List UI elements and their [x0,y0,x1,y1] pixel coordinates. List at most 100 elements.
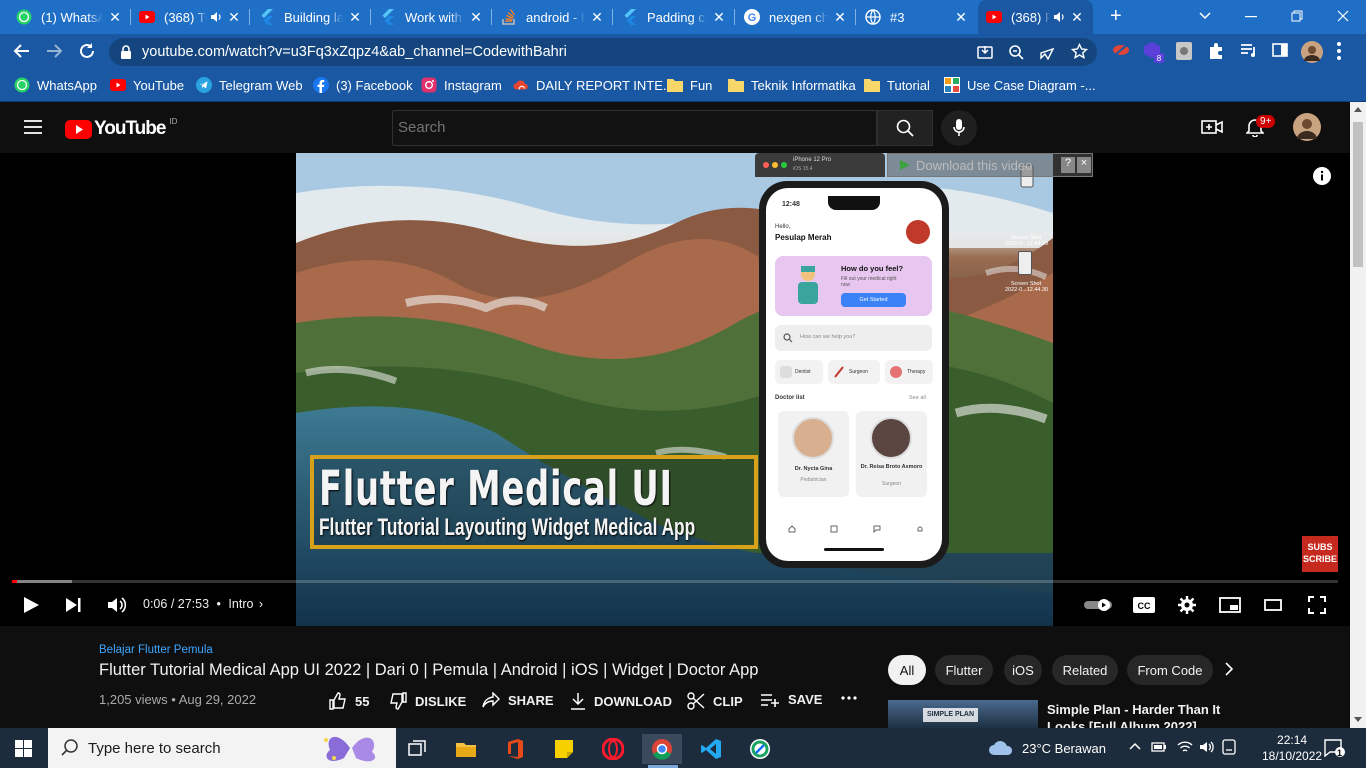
miniplayer-icon[interactable] [1219,597,1241,613]
channel-link[interactable]: Belajar Flutter Pemula [99,644,213,656]
tab-close-icon[interactable]: ✕ [589,9,605,26]
media-queue-icon[interactable] [1240,43,1258,57]
tab-close-icon[interactable]: ✕ [347,9,363,26]
download-button[interactable]: DOWNLOAD [570,692,672,710]
browser-tab[interactable]: Gnexgen chat✕ [736,0,856,34]
new-tab-button[interactable]: + [1110,5,1122,28]
fullscreen-icon[interactable] [1308,596,1326,614]
weather-text[interactable]: 23°C Berawan [1022,741,1106,756]
bookmark-star-icon[interactable] [1071,43,1088,60]
youtube-avatar[interactable] [1293,113,1321,141]
action-center-icon[interactable] [1324,739,1346,757]
tab-close-icon[interactable]: ✕ [226,9,242,26]
taskbar-search-text[interactable]: Type here to search [88,740,221,757]
file-explorer-icon[interactable] [446,734,486,764]
progress-bar[interactable] [12,580,1338,583]
battery-icon[interactable] [1151,741,1167,753]
filter-chip[interactable]: All [888,655,926,685]
chrome-menu-icon[interactable] [1336,41,1342,61]
bookmark-item[interactable]: Use Case Diagram -... [944,77,1096,93]
next-icon[interactable] [65,597,81,613]
tab-audio-icon[interactable] [211,12,222,22]
windows-start-icon[interactable] [15,740,32,757]
extensions-puzzle-icon[interactable] [1208,42,1224,60]
tab-close-icon[interactable]: ✕ [953,9,969,26]
search-input[interactable] [398,119,868,136]
eye-off-extension-icon[interactable] [1112,43,1130,57]
restore-icon[interactable] [1291,10,1303,22]
keyboard-layout-icon[interactable] [1222,739,1236,755]
download-label[interactable]: Download this video [916,158,1032,173]
search-button[interactable] [877,110,933,146]
bookmark-item[interactable]: Instagram [421,77,502,93]
task-view-icon[interactable] [397,734,437,764]
browser-tab[interactable]: #3 ✕ [857,0,977,34]
bookmark-item[interactable]: Fun [667,77,712,93]
bookmark-item[interactable]: Teknik Informatika [728,77,856,93]
tab-close-icon[interactable]: ✕ [107,9,123,26]
url-text[interactable]: youtube.com/watch?v=u3Fq3xZqpz4&ab_chann… [142,44,567,60]
video-frame[interactable]: Flutter Medical UI Flutter Tutorial Layo… [296,153,1053,626]
bookmark-item[interactable]: Telegram Web [196,77,303,93]
clip-button[interactable]: CLIP [687,692,743,710]
bookmark-item[interactable]: (3) Facebook [313,77,413,93]
install-app-icon[interactable] [977,44,993,60]
info-icon[interactable] [1313,167,1331,185]
reload-icon[interactable] [78,42,96,60]
settings-gear-icon[interactable] [1177,595,1197,615]
scroll-thumb[interactable] [1353,122,1363,267]
side-panel-icon[interactable] [1272,43,1288,57]
chips-next-chevron-icon[interactable] [1224,662,1234,676]
browser-tab[interactable]: (1) WhatsApp✕ [8,0,131,34]
like-button[interactable]: 55 [329,692,369,710]
autoplay-toggle[interactable] [1084,599,1114,611]
back-icon[interactable] [13,42,31,60]
tab-close-icon[interactable]: ✕ [468,9,484,26]
download-video-bar[interactable]: Download this video ? × [887,153,1093,177]
browser-tab[interactable]: Work with tabs✕ [372,0,492,34]
browser-tab[interactable]: Building layouts✕ [251,0,371,34]
office-icon[interactable] [495,734,535,764]
page-scrollbar[interactable] [1350,102,1366,728]
address-bar[interactable]: youtube.com/watch?v=u3Fq3xZqpz4&ab_chann… [109,38,1097,66]
tray-chevron-icon[interactable] [1129,739,1141,753]
minimize-icon[interactable] [1245,16,1257,18]
dislike-button[interactable]: DISLIKE [389,692,466,710]
chrome-taskbar-icon[interactable] [642,734,682,764]
browser-tab[interactable]: Padding class✕ [614,0,735,34]
extension-badge-icon[interactable]: 8 [1143,40,1165,64]
create-video-icon[interactable] [1201,118,1223,136]
browser-tab[interactable]: (368) Flutter ✕ [978,0,1093,34]
chapter-title[interactable]: Intro [228,597,253,611]
volume-icon[interactable] [107,596,127,614]
search-box[interactable] [392,110,877,146]
bookmark-item[interactable]: Tutorial [864,77,930,93]
bookmark-item[interactable]: DAILY REPORT INTE... [513,77,674,93]
voice-search-button[interactable] [941,110,977,146]
bookmark-item[interactable]: WhatsApp [14,77,97,93]
clock[interactable]: 22:14 18/10/2022 [1262,732,1322,764]
window-close-icon[interactable] [1337,10,1349,22]
filter-chip[interactable]: Flutter [935,655,993,685]
hamburger-menu-icon[interactable] [24,120,42,134]
more-actions-icon[interactable] [841,696,865,700]
tab-close-icon[interactable]: ✕ [832,9,848,26]
green-app-icon[interactable] [740,734,780,764]
video-player[interactable]: Flutter Medical UI Flutter Tutorial Layo… [0,153,1350,626]
opera-icon[interactable] [593,734,633,764]
captions-icon[interactable]: CC [1133,597,1155,613]
play-icon[interactable] [22,596,40,614]
tab-audio-icon[interactable] [1054,12,1065,22]
filter-chip[interactable]: Related [1052,655,1118,685]
close-icon[interactable]: × [1077,157,1091,173]
browser-tab[interactable]: android - Flutter✕ [493,0,613,34]
scroll-up-icon[interactable] [1354,107,1362,112]
share-page-icon[interactable] [1039,44,1055,60]
share-button[interactable]: SHARE [482,692,554,708]
subscribe-watermark[interactable]: SUBS SCRIBE [1302,536,1338,572]
help-icon[interactable]: ? [1061,157,1075,173]
save-button[interactable]: SAVE [760,692,822,707]
search-highlight-butterfly-icon[interactable] [314,730,386,766]
screenshot-extension-icon[interactable] [1176,42,1192,60]
taskbar-search[interactable]: Type here to search [48,728,396,768]
